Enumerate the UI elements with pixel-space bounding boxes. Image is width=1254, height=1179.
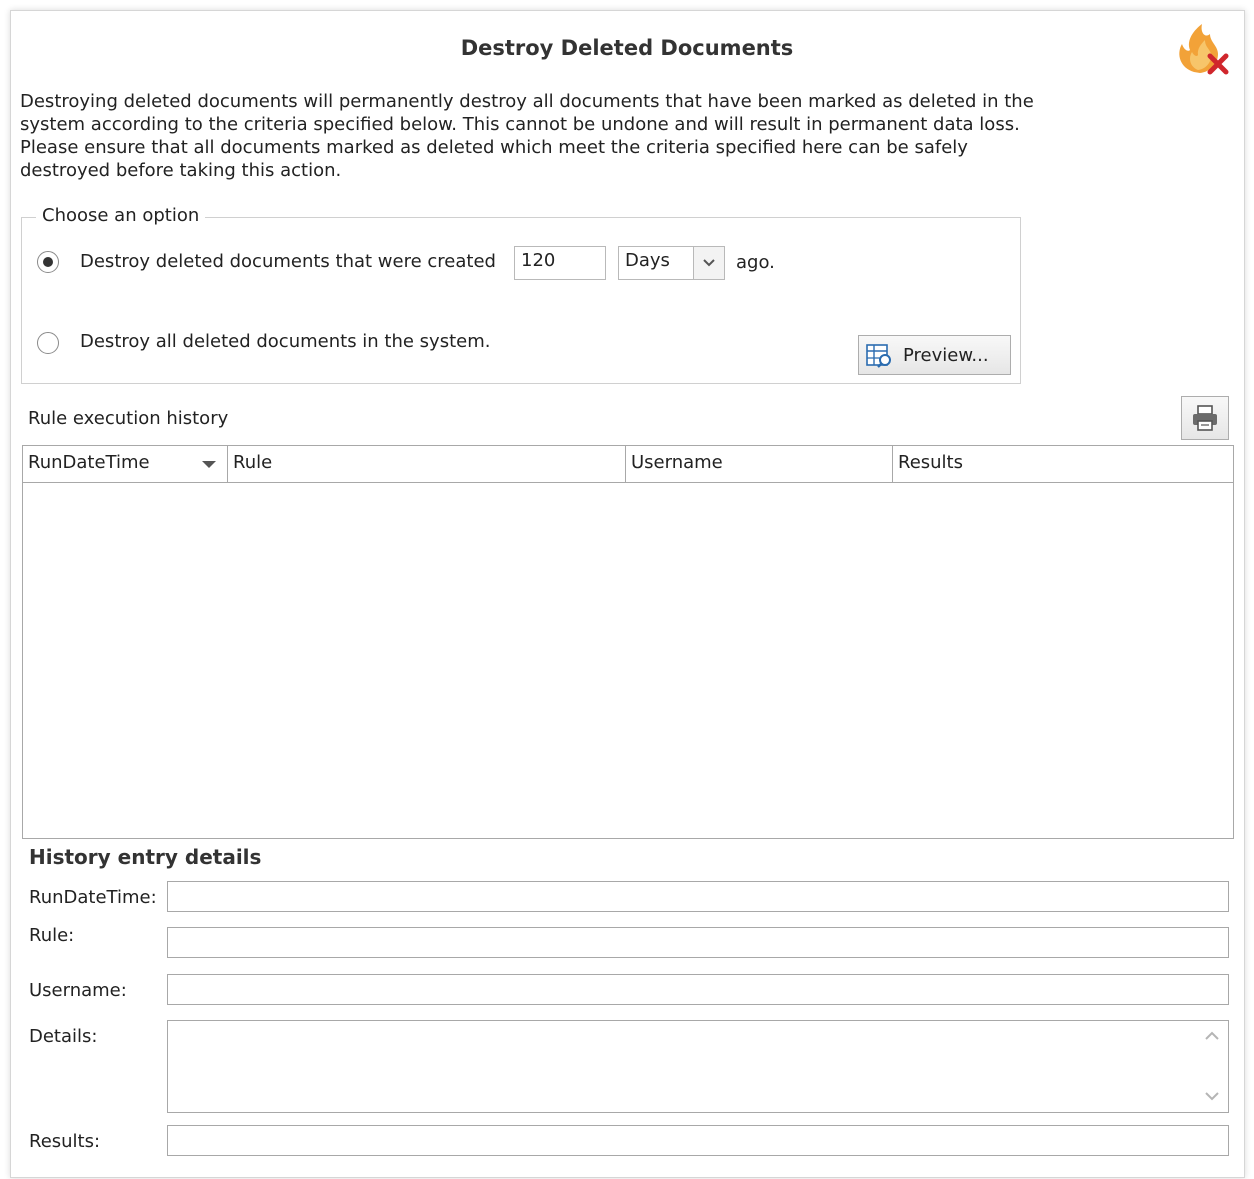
- ago-label: ago.: [736, 252, 775, 273]
- option-created-label: Destroy deleted documents that were crea…: [80, 251, 496, 272]
- rule-field[interactable]: [167, 927, 1229, 958]
- history-label: Rule execution history: [28, 408, 229, 429]
- fire-delete-icon: [1179, 24, 1229, 75]
- print-button[interactable]: [1181, 396, 1229, 440]
- rule-label: Rule:: [29, 925, 75, 946]
- column-label: RunDateTime: [28, 452, 150, 473]
- column-header-username[interactable]: Username: [626, 446, 893, 482]
- printer-icon: [1193, 405, 1217, 431]
- column-label: Username: [631, 452, 723, 473]
- preview-button-label: Preview...: [903, 344, 989, 366]
- option-created-radio[interactable]: [37, 251, 59, 273]
- username-label: Username:: [29, 980, 127, 1001]
- column-label: Results: [898, 452, 963, 473]
- preview-table-icon: [866, 344, 891, 368]
- details-label: Details:: [29, 1026, 98, 1047]
- username-field[interactable]: [167, 974, 1229, 1005]
- grid-header: RunDateTime Rule Username Results: [23, 446, 1233, 483]
- rundatetime-label: RunDateTime:: [29, 887, 157, 908]
- option-all-radio[interactable]: [37, 332, 59, 354]
- time-unit-select[interactable]: Days: [618, 246, 725, 280]
- radio-selected-dot: [43, 257, 53, 267]
- option-all-label: Destroy all deleted documents in the sys…: [80, 331, 491, 352]
- column-header-results[interactable]: Results: [893, 446, 1233, 482]
- description-text: Destroying deleted documents will perman…: [20, 91, 1034, 181]
- dialog-title: Destroy Deleted Documents: [460, 36, 794, 60]
- column-label: Rule: [233, 452, 273, 473]
- sort-desc-icon: [202, 461, 216, 468]
- column-header-rule[interactable]: Rule: [228, 446, 626, 482]
- results-field[interactable]: [167, 1125, 1229, 1156]
- details-scrollbar[interactable]: [1194, 1021, 1228, 1112]
- history-grid[interactable]: RunDateTime Rule Username Results: [22, 445, 1234, 839]
- time-unit-value: Days: [625, 250, 670, 271]
- preview-button[interactable]: Preview...: [858, 335, 1011, 375]
- details-section-title: History entry details: [29, 845, 262, 869]
- scroll-down-icon[interactable]: [1204, 1091, 1220, 1101]
- rundatetime-field[interactable]: [167, 881, 1229, 912]
- days-count-input[interactable]: 120: [514, 246, 606, 280]
- column-header-rundatetime[interactable]: RunDateTime: [23, 446, 228, 482]
- option-group-legend: Choose an option: [36, 205, 206, 226]
- chevron-down-icon[interactable]: [693, 247, 724, 279]
- details-field[interactable]: [167, 1020, 1229, 1113]
- scroll-up-icon[interactable]: [1204, 1031, 1220, 1041]
- results-label: Results:: [29, 1131, 101, 1152]
